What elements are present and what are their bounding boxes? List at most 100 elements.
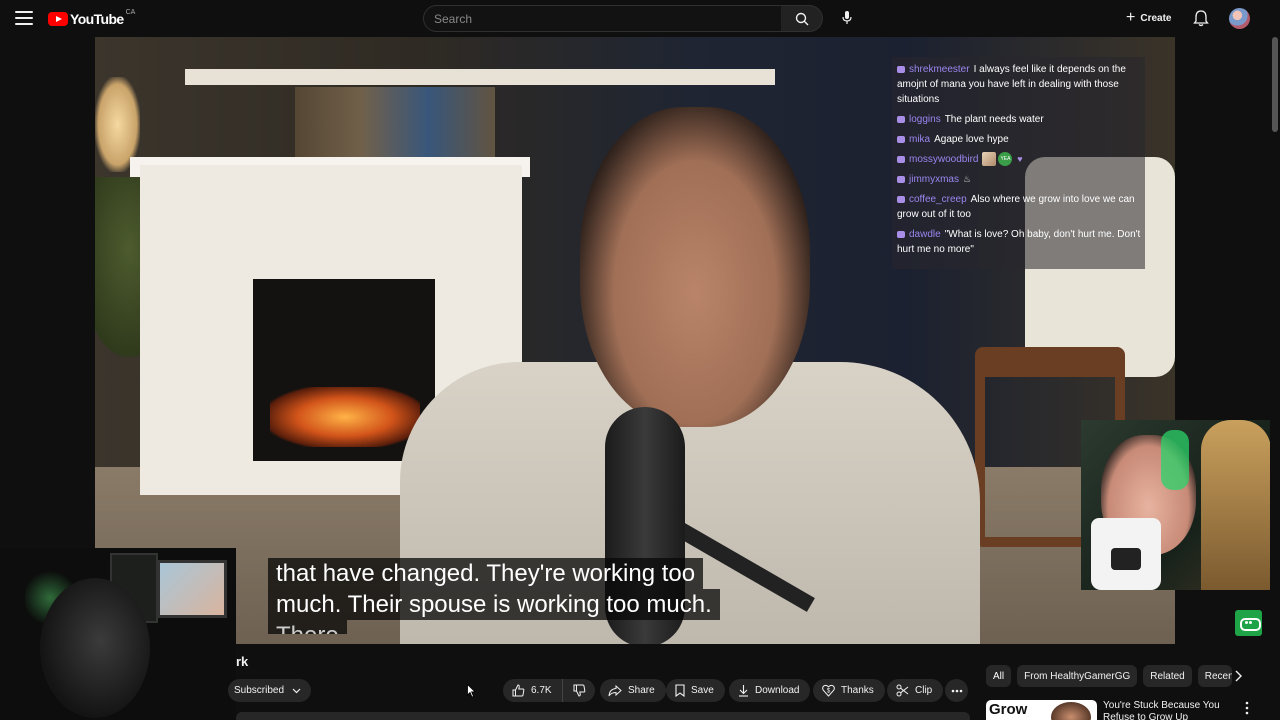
heart-icon: ♥ (1017, 154, 1023, 164)
chat-badge-icon (897, 230, 905, 238)
microphone-icon (842, 11, 852, 24)
like-dislike-group: 6.7K (503, 679, 595, 702)
masthead: YouTube CA + Create (0, 0, 1280, 37)
share-button[interactable]: Share (600, 679, 666, 702)
chat-message: jimmyxmas ♨ (897, 172, 1141, 187)
download-label: Download (755, 685, 800, 696)
youtube-play-icon (48, 12, 68, 26)
streamer-webcam-right (1081, 420, 1270, 590)
chat-username: jimmyxmas (909, 174, 959, 185)
chat-badge-icon (897, 65, 905, 73)
caption-line: There (268, 620, 347, 634)
chevron-right-icon[interactable] (1231, 668, 1245, 684)
video-frame-fire (270, 387, 420, 447)
related-filter-chips: All From HealthyGamerGG Related Recently… (986, 665, 1232, 687)
like-count: 6.7K (531, 685, 552, 696)
dislike-button[interactable] (563, 679, 595, 702)
more-horizontal-icon (951, 689, 962, 692)
chip-related[interactable]: Related (1143, 665, 1192, 687)
chat-message: shrekmeester I always feel like it depend… (897, 62, 1141, 107)
related-video-thumbnail[interactable]: Grow (986, 700, 1097, 720)
related-video-title[interactable]: You're Stuck Because You Refuse to Grow … (1103, 700, 1235, 720)
video-frame-shelf-items (295, 87, 495, 167)
page-scrollbar[interactable] (1270, 37, 1280, 720)
chat-text: The plant needs water (944, 114, 1044, 125)
chat-message: mika Agape love hype (897, 132, 1141, 147)
scissors-icon (896, 684, 909, 697)
chat-badge-icon (897, 175, 905, 183)
chat-emote-icon (982, 152, 997, 167)
chat-username: mossywoodbird (909, 154, 979, 165)
create-label: Create (1140, 12, 1172, 24)
chat-badge-icon (897, 135, 905, 143)
like-button[interactable]: 6.7K (503, 679, 563, 702)
country-code: CA (125, 8, 136, 16)
chat-username: coffee_creep (909, 194, 967, 205)
chat-badge-icon (897, 115, 905, 123)
download-icon (739, 685, 748, 697)
video-player[interactable]: shrekmeester I always feel like it depend… (95, 37, 1175, 644)
chat-message: mossywoodbird YEA ♥ (897, 152, 1141, 167)
chat-message: coffee_creep Also where we grow into love… (897, 192, 1141, 222)
save-label: Save (691, 685, 714, 696)
search-icon (795, 12, 809, 26)
controller-icon[interactable] (1235, 610, 1262, 636)
download-button[interactable]: Download (729, 679, 811, 702)
chat-badge-icon (897, 155, 905, 163)
subscribed-label: Subscribed (234, 685, 285, 696)
video-captions: that have changed. They're working too m… (268, 558, 778, 644)
chat-text: Agape love hype (934, 134, 1009, 145)
voice-search-button[interactable] (834, 5, 861, 32)
chip-all[interactable]: All (986, 665, 1012, 687)
scrollbar-thumb[interactable] (1272, 37, 1278, 132)
chat-username: loggins (909, 114, 941, 125)
account-avatar[interactable] (1229, 8, 1250, 29)
video-title: rk (236, 654, 249, 669)
thanks-button[interactable]: $ Thanks (813, 679, 885, 702)
streamer-webcam-left (0, 548, 236, 720)
super-thanks-icon: $ (822, 684, 835, 697)
clip-button[interactable]: Clip (887, 679, 944, 702)
save-button[interactable]: Save (666, 679, 725, 702)
related-video-card[interactable]: Grow You're Stuck Because You Refuse to … (986, 700, 1256, 720)
bell-icon (1193, 10, 1209, 27)
thumbs-down-icon (573, 684, 585, 697)
notifications-button[interactable] (1192, 9, 1210, 27)
webcam-monitor-screen (157, 560, 227, 618)
thumbnail-text: Grow (989, 701, 1028, 718)
bookmark-icon (675, 684, 685, 697)
chip-recently-uploaded[interactable]: Recently uploaded (1197, 665, 1232, 687)
chat-username: dawdle (909, 229, 941, 240)
chat-message: loggins The plant needs water (897, 112, 1141, 127)
description-box[interactable] (236, 712, 970, 720)
chat-username: mika (909, 134, 931, 145)
chip-from-channel[interactable]: From HealthyGamerGG (1017, 665, 1138, 687)
search-input[interactable] (424, 6, 781, 31)
create-button[interactable]: + Create (1120, 6, 1181, 30)
search-box (423, 5, 782, 32)
plus-icon: + (1126, 9, 1136, 26)
more-actions-button[interactable] (945, 679, 968, 702)
chat-overlay: shrekmeester I always feel like it depend… (892, 57, 1145, 269)
more-vertical-icon[interactable] (1244, 700, 1250, 716)
gaming-chair (1201, 420, 1270, 590)
search-button[interactable] (781, 5, 823, 32)
youtube-logo[interactable]: YouTube CA (48, 8, 136, 28)
webcam-person (40, 578, 150, 718)
chevron-down-icon (292, 688, 301, 693)
thumbnail-face (1051, 702, 1091, 720)
hamburger-menu-icon[interactable] (15, 11, 33, 25)
video-frame-speaker-head (580, 107, 810, 427)
chat-emote-yea-icon: YEA (998, 152, 1013, 167)
thumbs-up-icon (512, 684, 525, 697)
thanks-label: Thanks (841, 685, 874, 696)
video-frame-shelf (185, 69, 775, 85)
subscribed-button[interactable]: Subscribed (228, 679, 312, 702)
chat-badge-icon (897, 195, 905, 203)
share-label: Share (628, 685, 655, 696)
caption-line: that have changed. They're working too (268, 558, 704, 589)
share-icon (608, 684, 622, 696)
headset (1161, 430, 1189, 490)
mouse-cursor-icon (467, 684, 476, 698)
logo-text: YouTube (70, 11, 124, 27)
